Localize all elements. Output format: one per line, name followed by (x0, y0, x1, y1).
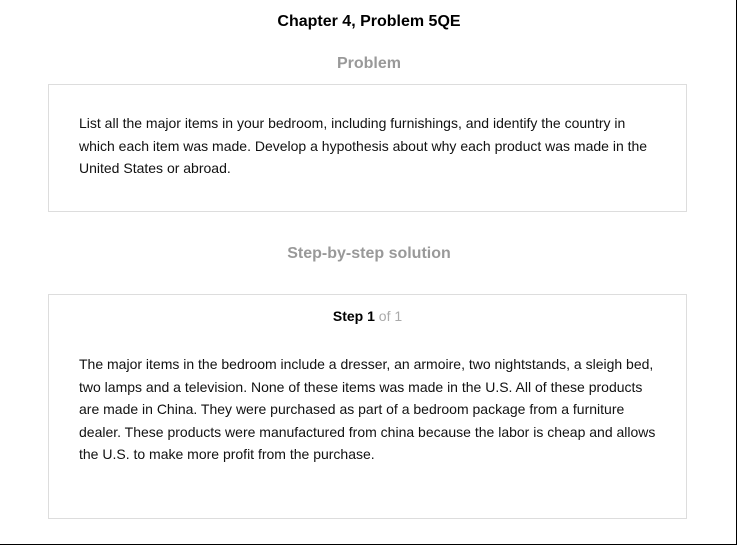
problem-text: List all the major items in your bedroom… (79, 115, 648, 176)
step-total: of 1 (378, 308, 403, 324)
solution-card: Step 1 of 1 The major items in the bedro… (48, 294, 687, 519)
problem-card: List all the major items in your bedroom… (48, 84, 687, 212)
chapter-title: Chapter 4, Problem 5QE (277, 13, 461, 30)
step-number: 1 (367, 308, 375, 324)
step-word: Step (332, 308, 364, 324)
step-indicator: Step 1 of 1 (49, 307, 686, 325)
solution-text: The major items in the bedroom include a… (79, 356, 656, 462)
solution-heading: Step-by-step solution (287, 245, 451, 262)
problem-heading: Problem (336, 55, 401, 72)
